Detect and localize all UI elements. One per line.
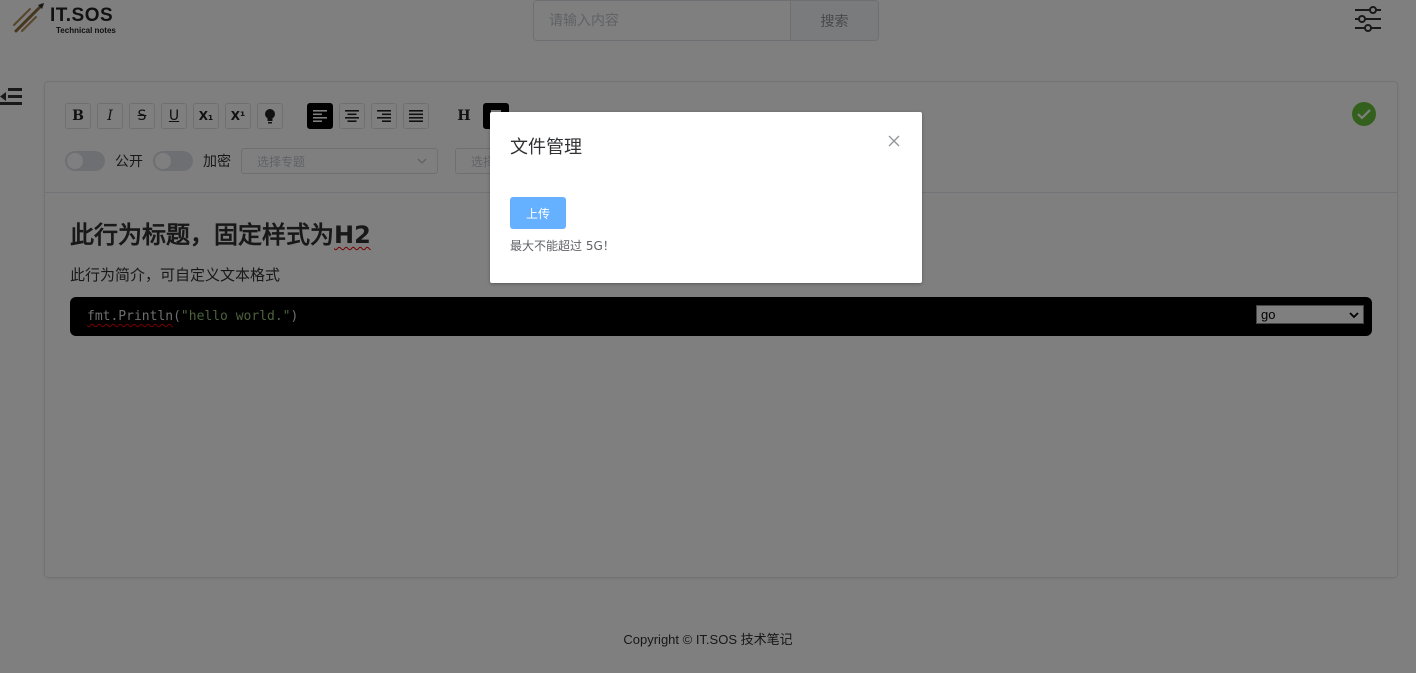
- dialog-title: 文件管理: [510, 137, 582, 158]
- modal-overlay[interactable]: [0, 0, 1416, 673]
- upload-size-tip: 最大不能超过 5G！: [510, 239, 615, 253]
- file-management-dialog: 文件管理 上传 最大不能超过 5G！: [490, 112, 922, 283]
- close-icon[interactable]: [886, 133, 902, 149]
- upload-button[interactable]: 上传: [510, 197, 566, 229]
